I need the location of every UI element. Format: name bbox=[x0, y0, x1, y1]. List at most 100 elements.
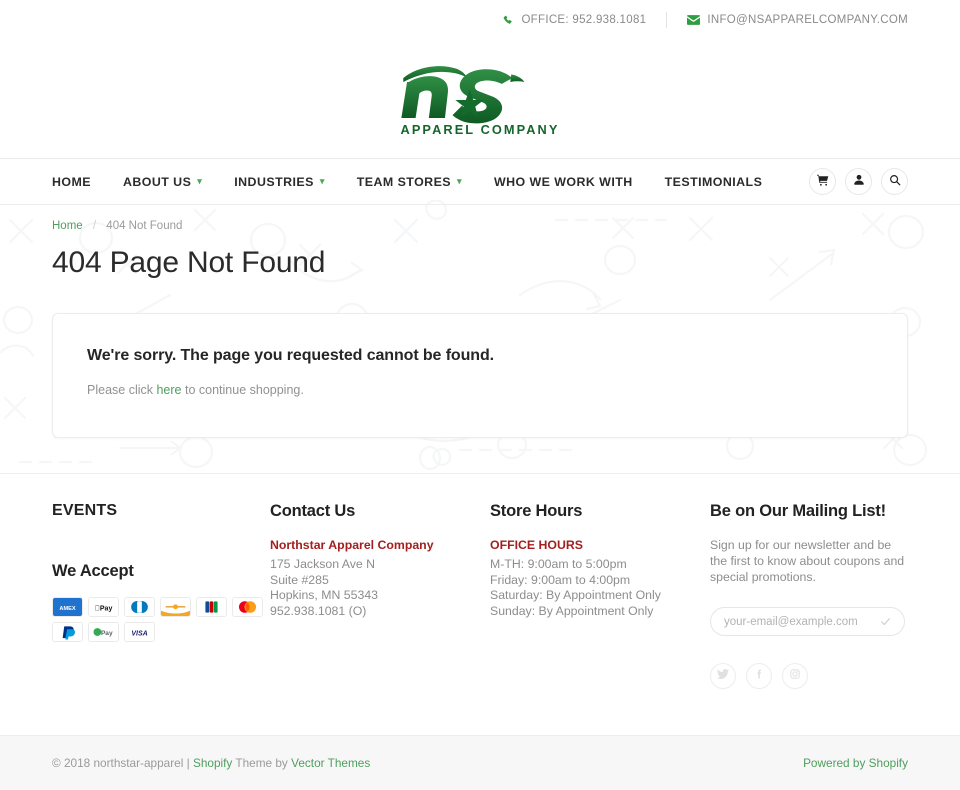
apple-pay-icon: Pay bbox=[88, 597, 119, 617]
company-name: Northstar Apparel Company bbox=[270, 538, 434, 552]
hours-line: Friday: 9:00am to 4:00pm bbox=[490, 572, 631, 587]
svg-text:VISA: VISA bbox=[131, 630, 147, 637]
instagram-link[interactable] bbox=[782, 663, 808, 690]
jcb-icon bbox=[196, 597, 227, 617]
nav-item-team-stores[interactable]: TEAM STORES ▾ bbox=[341, 175, 478, 189]
logo-container[interactable]: APPAREL COMPANY bbox=[0, 40, 960, 158]
continue-shopping-link[interactable]: here bbox=[156, 383, 181, 397]
contact-details: Northstar Apparel Company 175 Jackson Av… bbox=[270, 538, 490, 620]
breadcrumb-current: 404 Not Found bbox=[106, 220, 183, 232]
search-button[interactable] bbox=[881, 168, 908, 195]
cart-button[interactable] bbox=[809, 168, 836, 195]
footer-col-contact: Contact Us Northstar Apparel Company 175… bbox=[270, 502, 490, 689]
visa-icon: VISA bbox=[124, 622, 155, 642]
google-pay-icon: Pay bbox=[88, 622, 119, 642]
powered-by-shopify-link[interactable]: Powered by Shopify bbox=[803, 756, 908, 770]
svg-text:Pay: Pay bbox=[95, 605, 113, 612]
page-title: 404 Page Not Found bbox=[52, 246, 326, 279]
vector-themes-link[interactable]: Vector Themes bbox=[291, 756, 370, 770]
footer-col-hours: Store Hours OFFICE HOURS M-TH: 9:00am to… bbox=[490, 502, 710, 689]
events-heading: EVENTS bbox=[52, 502, 118, 519]
nav-label: TEAM STORES bbox=[356, 174, 452, 189]
svg-text:AMEX: AMEX bbox=[59, 606, 75, 612]
mailing-list-blurb: Sign up for our newsletter and be the fi… bbox=[710, 538, 905, 584]
breadcrumb-home-link[interactable]: Home bbox=[52, 220, 83, 232]
site-footer: EVENTS We Accept AMEX Pay bbox=[0, 473, 960, 690]
nav-action-icons bbox=[809, 168, 908, 195]
copyright-text: © 2018 northstar-apparel | Shopify Theme… bbox=[52, 756, 370, 770]
nav-label: INDUSTRIES bbox=[234, 174, 314, 189]
nav-item-testimonials[interactable]: TESTIMONIALS bbox=[649, 175, 779, 189]
chevron-down-icon: ▾ bbox=[197, 176, 203, 186]
address-line: 952.938.1081 (O) bbox=[270, 604, 367, 619]
discover-icon bbox=[160, 597, 191, 617]
main-navigation: HOME ABOUT US ▾ INDUSTRIES ▾ TEAM STORES… bbox=[0, 158, 960, 205]
chevron-down-icon: ▾ bbox=[319, 176, 325, 186]
newsletter-email-input[interactable] bbox=[724, 615, 880, 628]
contact-heading: Contact Us bbox=[270, 502, 356, 520]
address-line: Hopkins, MN 55343 bbox=[270, 588, 378, 603]
error-card: We're sorry. The page you requested cann… bbox=[52, 313, 908, 438]
nav-item-industries[interactable]: INDUSTRIES ▾ bbox=[218, 175, 341, 189]
error-text-after: to continue shopping. bbox=[181, 383, 304, 397]
newsletter-form[interactable] bbox=[710, 607, 905, 637]
store-hours-heading: Store Hours bbox=[490, 502, 583, 520]
nav-item-home[interactable]: HOME bbox=[52, 175, 107, 189]
mastercard-icon bbox=[232, 597, 263, 617]
error-text-before: Please click bbox=[87, 383, 157, 397]
we-accept-heading: We Accept bbox=[52, 562, 134, 580]
copyright-prefix: © 2018 northstar-apparel | bbox=[52, 756, 193, 770]
address-line: 175 Jackson Ave N bbox=[270, 556, 376, 571]
svg-text:Pay: Pay bbox=[101, 630, 113, 637]
chevron-down-icon: ▾ bbox=[457, 176, 462, 186]
theme-by-text: Theme by bbox=[232, 756, 292, 770]
payment-methods: AMEX Pay bbox=[52, 597, 270, 642]
amex-icon: AMEX bbox=[52, 597, 83, 617]
office-email[interactable]: INFO@NSAPPARELCOMPANY.COM bbox=[687, 14, 908, 26]
nav-item-about-us[interactable]: ABOUT US ▾ bbox=[107, 175, 218, 189]
breadcrumb-separator: / bbox=[92, 220, 97, 232]
svg-text:APPAREL COMPANY: APPAREL COMPANY bbox=[401, 122, 560, 137]
nav-label: ABOUT US bbox=[122, 174, 192, 189]
shopify-link[interactable]: Shopify bbox=[193, 756, 232, 770]
hours-line: M-TH: 9:00am to 5:00pm bbox=[490, 556, 627, 571]
office-phone-text: OFFICE: 952.938.1081 bbox=[521, 14, 647, 26]
address-line: Suite #285 bbox=[270, 572, 329, 587]
breadcrumb: Home / 404 Not Found bbox=[52, 205, 908, 232]
error-heading: We're sorry. The page you requested cann… bbox=[87, 347, 494, 364]
page-root: OFFICE: 952.938.1081 INFO@NSAPPARELCOMPA… bbox=[0, 0, 960, 790]
twitter-icon bbox=[717, 667, 729, 685]
footer-bottom-bar: © 2018 northstar-apparel | Shopify Theme… bbox=[0, 735, 960, 790]
topbar-divider bbox=[666, 12, 668, 28]
hours-line: Saturday: By Appointment Only bbox=[490, 588, 661, 603]
top-contact-bar: OFFICE: 952.938.1081 INFO@NSAPPARELCOMPA… bbox=[0, 0, 960, 40]
nav-label: WHO WE WORK WITH bbox=[493, 174, 633, 189]
nav-label: TESTIMONIALS bbox=[664, 174, 763, 189]
error-description: Please click here to continue shopping. bbox=[87, 383, 873, 397]
footer-col-events: EVENTS We Accept AMEX Pay bbox=[52, 502, 270, 689]
nav-item-who-we-work-with[interactable]: WHO WE WORK WITH bbox=[478, 175, 649, 189]
store-hours-details: OFFICE HOURS M-TH: 9:00am to 5:00pm Frid… bbox=[490, 538, 710, 620]
user-icon bbox=[853, 173, 865, 191]
account-button[interactable] bbox=[845, 168, 872, 195]
main-content: Home / 404 Not Found 404 Page Not Found … bbox=[0, 205, 960, 438]
footer-columns: EVENTS We Accept AMEX Pay bbox=[52, 502, 908, 690]
diners-club-icon bbox=[124, 597, 155, 617]
facebook-icon bbox=[753, 667, 765, 685]
facebook-link[interactable] bbox=[746, 663, 772, 690]
twitter-link[interactable] bbox=[710, 663, 736, 690]
office-phone[interactable]: OFFICE: 952.938.1081 bbox=[503, 14, 646, 26]
office-email-text: INFO@NSAPPARELCOMPANY.COM bbox=[707, 14, 908, 26]
social-links bbox=[710, 663, 908, 690]
office-hours-label: OFFICE HOURS bbox=[490, 538, 583, 552]
envelope-icon bbox=[687, 15, 701, 25]
ns-apparel-company-logo: APPAREL COMPANY bbox=[401, 66, 560, 137]
nav-label: HOME bbox=[52, 174, 91, 189]
nav-items: HOME ABOUT US ▾ INDUSTRIES ▾ TEAM STORES… bbox=[52, 175, 778, 189]
phone-icon bbox=[503, 15, 514, 26]
check-icon[interactable] bbox=[880, 616, 891, 627]
cart-icon bbox=[816, 173, 829, 191]
mailing-list-heading: Be on Our Mailing List! bbox=[710, 502, 886, 520]
instagram-icon bbox=[789, 667, 801, 685]
hours-line: Sunday: By Appointment Only bbox=[490, 604, 654, 619]
